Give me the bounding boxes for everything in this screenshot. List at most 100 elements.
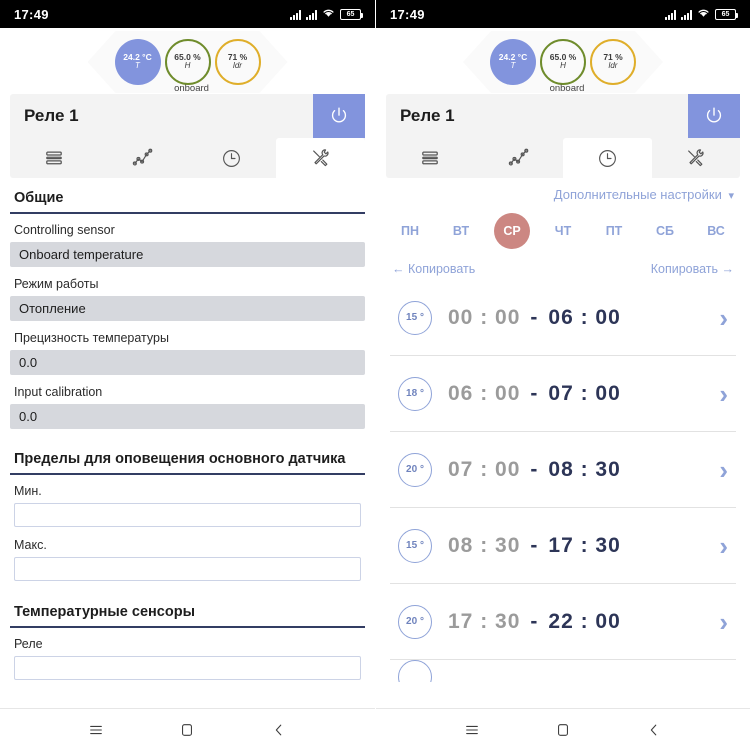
tab-list[interactable] <box>10 138 99 178</box>
schedule-time-range: 17 : 30 - 22 : 00 <box>448 610 719 634</box>
day-wed[interactable]: СР <box>494 213 530 249</box>
sensor-hexagon: 24.2 °C T 65.0 % H 71 % ldr onboard <box>87 31 288 93</box>
system-nav-bar <box>376 708 750 750</box>
status-bar: 17:49 65 <box>376 0 750 28</box>
precision-select[interactable]: 0.0 <box>10 350 365 376</box>
input-calibration-label: Input calibration <box>14 385 103 400</box>
power-toggle-button[interactable] <box>313 94 365 138</box>
dual-screenshot: 17:49 65 24.2 °C T 65.0 % H 71 % ldr onb… <box>0 0 750 750</box>
device-card: Реле 1 <box>10 94 365 178</box>
day-selector: ПН ВТ СР ЧТ ПТ СБ ВС <box>390 213 736 253</box>
sensor-source-label: onboard <box>174 83 209 94</box>
device-card-header: Реле 1 <box>10 94 365 138</box>
schedule-temp-badge: 20 ° <box>398 604 432 639</box>
list-icon <box>46 151 63 165</box>
page-title: Реле 1 <box>400 106 455 125</box>
schedule-end-time: 17 : 30 <box>548 533 621 557</box>
chevron-right-icon[interactable]: › <box>719 609 728 635</box>
gauge-temperature-unit: T <box>135 61 140 71</box>
day-sun[interactable]: ВС <box>698 213 734 249</box>
back-icon[interactable] <box>271 722 287 738</box>
schedule-temp-badge: 15 ° <box>398 300 432 335</box>
signal-icon <box>306 9 317 20</box>
copy-right-button[interactable]: Копировать → <box>651 262 734 276</box>
battery-icon: 65 <box>715 8 738 20</box>
schedule-dash: - <box>530 381 539 405</box>
schedule-end-time: 22 : 00 <box>548 609 621 633</box>
tab-schedule[interactable] <box>188 138 277 178</box>
copy-left-button[interactable]: ← Копировать <box>392 262 475 276</box>
home-icon[interactable] <box>555 722 571 738</box>
schedule-row[interactable]: 20 ° 07 : 00 - 08 : 30 › <box>390 432 736 508</box>
min-input[interactable] <box>14 503 361 528</box>
section-sensors-title: Температурные сенсоры <box>10 592 365 629</box>
settings-content: Общие Controlling sensor Onboard tempera… <box>0 178 375 708</box>
sensor-hexagon: 24.2 °C T 65.0 % H 71 % ldr onboard <box>463 31 663 93</box>
schedule-temp-badge: 18 ° <box>398 376 432 411</box>
tab-settings[interactable] <box>652 138 741 178</box>
day-tue[interactable]: ВТ <box>443 213 479 249</box>
chevron-right-icon[interactable]: › <box>719 381 728 407</box>
wifi-icon <box>322 5 335 23</box>
schedule-row-partial[interactable] <box>390 660 736 682</box>
schedule-end-time: 08 : 30 <box>548 457 621 481</box>
day-fri[interactable]: ПТ <box>596 213 632 249</box>
power-icon <box>706 107 722 123</box>
max-input[interactable] <box>14 557 361 582</box>
gauge-temperature: 24.2 °C T <box>490 39 536 85</box>
gauge-humidity: 65.0 % H <box>540 39 586 85</box>
clock-icon <box>223 149 241 167</box>
chevron-right-icon[interactable]: › <box>719 533 728 559</box>
input-calibration-select[interactable]: 0.0 <box>10 404 365 430</box>
schedule-start-time: 07 : 00 <box>448 457 521 481</box>
tools-icon <box>688 149 704 167</box>
tab-settings[interactable] <box>276 138 365 178</box>
min-label: Мин. <box>14 484 42 499</box>
schedule-row[interactable]: 15 ° 08 : 30 - 17 : 30 › <box>390 508 736 584</box>
schedule-temp-badge: 15 ° <box>398 528 432 563</box>
power-toggle-button[interactable] <box>688 94 740 138</box>
list-icon <box>422 151 439 165</box>
tab-chart[interactable] <box>475 138 564 178</box>
gauge-ldr-unit: ldr <box>608 61 618 71</box>
controlling-sensor-select[interactable]: Onboard temperature <box>10 242 365 268</box>
copy-actions: ← Копировать Копировать → <box>390 253 736 280</box>
tab-bar <box>10 138 365 178</box>
home-icon[interactable] <box>179 722 195 738</box>
day-mon[interactable]: ПН <box>392 213 428 249</box>
gauge-humidity-unit: H <box>184 61 191 71</box>
day-thu[interactable]: ЧТ <box>545 213 581 249</box>
schedule-dash: - <box>530 533 539 557</box>
schedule-dash: - <box>530 457 539 481</box>
schedule-row[interactable]: 18 ° 06 : 00 - 07 : 00 › <box>390 356 736 432</box>
chevron-right-icon[interactable]: › <box>719 305 728 331</box>
recent-apps-icon[interactable] <box>464 722 480 738</box>
schedule-row[interactable]: 15 ° 00 : 00 - 06 : 00 › <box>390 280 736 356</box>
tab-schedule[interactable] <box>563 138 652 178</box>
recent-apps-icon[interactable] <box>88 722 104 738</box>
schedule-row[interactable]: 20 ° 17 : 30 - 22 : 00 › <box>390 584 736 660</box>
tab-chart[interactable] <box>99 138 188 178</box>
gauge-humidity: 65.0 % H <box>164 39 211 85</box>
day-sat[interactable]: СБ <box>647 213 683 249</box>
schedule-temp-badge <box>398 660 432 682</box>
schedule-start-time: 06 : 00 <box>448 381 521 405</box>
gauge-ldr-unit: ldr <box>233 61 242 71</box>
schedule-dash: - <box>530 305 539 329</box>
back-icon[interactable] <box>646 722 662 738</box>
relay-input[interactable] <box>14 656 361 681</box>
max-label: Макс. <box>14 538 47 553</box>
clock-icon <box>598 149 616 167</box>
advanced-settings-link[interactable]: Дополнительные настройки ▾ <box>390 178 736 213</box>
controlling-sensor-label: Controlling sensor <box>14 223 115 238</box>
signal-icon <box>290 9 301 20</box>
schedule-content: Дополнительные настройки ▾ ПН ВТ СР ЧТ П… <box>376 178 750 708</box>
system-nav-bar <box>0 708 375 750</box>
phone-screen-settings: 17:49 65 24.2 °C T 65.0 % H 71 % ldr onb… <box>0 0 375 750</box>
battery-icon: 65 <box>340 8 363 20</box>
tab-list[interactable] <box>386 138 475 178</box>
precision-label: Прецизность температуры <box>14 331 169 346</box>
chevron-right-icon[interactable]: › <box>719 457 728 483</box>
schedule-time-range: 00 : 00 - 06 : 00 <box>448 306 719 330</box>
mode-select[interactable]: Отопление <box>10 296 365 322</box>
